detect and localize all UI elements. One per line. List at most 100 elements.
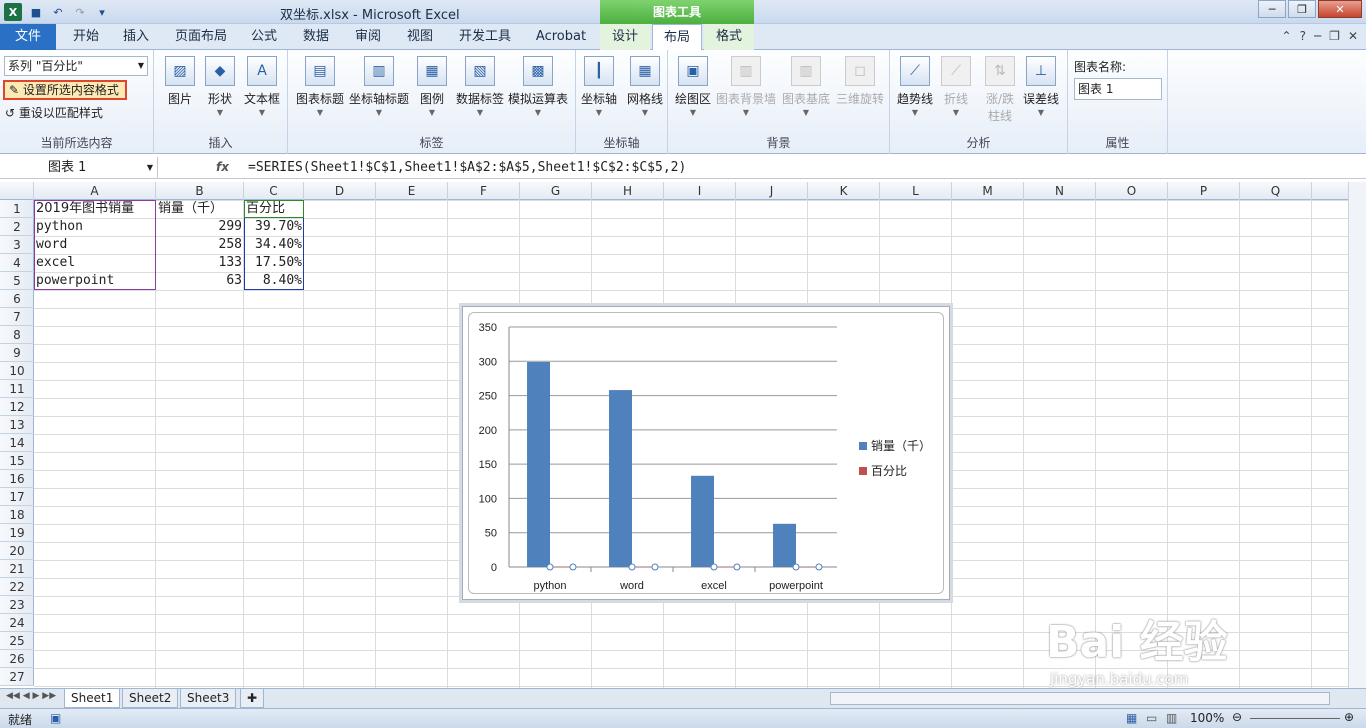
sheet-tab-sheet1[interactable]: Sheet1 — [64, 689, 121, 708]
plot-area-button[interactable]: ▣ 绘图区 ▼ — [670, 56, 716, 117]
bar-sales[interactable] — [527, 361, 550, 567]
doc-close-icon[interactable]: ✕ — [1348, 29, 1358, 43]
row-header[interactable]: 27 — [0, 668, 34, 686]
tab-view[interactable]: 视图 — [398, 24, 442, 50]
legend[interactable]: 销量（千） 百分比 — [859, 437, 931, 487]
doc-minimize-icon[interactable]: ─ — [1314, 29, 1321, 43]
row-header[interactable]: 13 — [0, 416, 34, 434]
chart-floor-button[interactable]: ▥ 图表基底 ▼ — [778, 56, 834, 117]
trendline-button[interactable]: ⟋ 趋势线 ▼ — [892, 56, 938, 117]
tab-developer[interactable]: 开发工具 — [452, 24, 518, 50]
row-header[interactable]: 7 — [0, 308, 34, 326]
name-box[interactable]: 图表 1 ▼ — [0, 157, 158, 178]
row-header[interactable]: 11 — [0, 380, 34, 398]
row-header[interactable]: 12 — [0, 398, 34, 416]
column-header[interactable]: H — [592, 182, 664, 200]
tab-format[interactable]: 格式 — [704, 24, 754, 50]
column-header[interactable]: P — [1168, 182, 1240, 200]
row-header[interactable]: 18 — [0, 506, 34, 524]
undo-icon[interactable]: ↶ — [50, 4, 66, 20]
tab-data[interactable]: 数据 — [294, 24, 338, 50]
legend-button[interactable]: ▦ 图例 ▼ — [410, 56, 454, 117]
insert-sheet-icon[interactable]: ✚ — [240, 689, 264, 708]
help-icon[interactable]: ? — [1300, 29, 1306, 43]
cell[interactable]: 133 — [156, 254, 244, 272]
insert-textbox-button[interactable]: A 文本框 ▼ — [236, 56, 288, 117]
tab-acrobat[interactable]: Acrobat — [528, 24, 594, 50]
up-down-bars-button[interactable]: ⇅ 涨/跌 柱线 — [978, 56, 1022, 124]
bar-sales[interactable] — [609, 390, 632, 567]
zoom-slider[interactable] — [1250, 718, 1340, 719]
row-header[interactable]: 24 — [0, 614, 34, 632]
chart-wall-button[interactable]: ▥ 图表背景墙 ▼ — [716, 56, 776, 117]
page-layout-view-icon[interactable]: ▭ — [1146, 711, 1157, 725]
row-header[interactable]: 22 — [0, 578, 34, 596]
doc-restore-icon[interactable]: ❐ — [1329, 29, 1340, 43]
axis-title-button[interactable]: ▥ 坐标轴标题 ▼ — [348, 56, 410, 117]
cell[interactable]: 258 — [156, 236, 244, 254]
column-header[interactable]: K — [808, 182, 880, 200]
zoom-level[interactable]: 100% — [1190, 711, 1224, 725]
row-header[interactable]: 9 — [0, 344, 34, 362]
format-selection-button[interactable]: ✎ 设置所选内容格式 — [3, 80, 127, 100]
horizontal-scrollbar[interactable] — [830, 692, 1330, 705]
formula-input[interactable]: =SERIES(Sheet1!$C$1,Sheet1!$A$2:$A$5,She… — [248, 157, 686, 178]
column-header[interactable]: M — [952, 182, 1024, 200]
column-header[interactable]: E — [376, 182, 448, 200]
row-header[interactable]: 5 — [0, 272, 34, 290]
lines-button[interactable]: ⟋ 折线 ▼ — [934, 56, 978, 117]
tab-home[interactable]: 开始 — [60, 24, 112, 50]
column-header[interactable]: O — [1096, 182, 1168, 200]
column-header[interactable]: Q — [1240, 182, 1312, 200]
legend-entry[interactable]: 销量（千） — [859, 437, 931, 454]
row-header[interactable]: 19 — [0, 524, 34, 542]
bar-sales[interactable] — [773, 523, 796, 567]
row-header[interactable]: 23 — [0, 596, 34, 614]
normal-view-icon[interactable]: ▦ — [1126, 711, 1137, 725]
zoom-in-icon[interactable]: ⊕ — [1344, 710, 1354, 724]
reset-style-button[interactable]: ↺ 重设以匹配样式 — [5, 104, 103, 121]
vertical-scrollbar[interactable] — [1348, 182, 1366, 688]
axes-button[interactable]: ┃ 坐标轴 ▼ — [576, 56, 622, 117]
cell[interactable]: 63 — [156, 272, 244, 290]
row-header[interactable]: 1 — [0, 200, 34, 218]
tab-layout[interactable]: 布局 — [652, 24, 702, 51]
error-bars-button[interactable]: ⊥ 误差线 ▼ — [1018, 56, 1064, 117]
save-icon[interactable]: ■ — [28, 4, 44, 20]
redo-icon[interactable]: ↷ — [72, 4, 88, 20]
column-header[interactable]: F — [448, 182, 520, 200]
row-header[interactable]: 21 — [0, 560, 34, 578]
select-all-corner[interactable] — [0, 182, 34, 200]
customize-qat-icon[interactable]: ▾ — [94, 4, 110, 20]
column-header[interactable]: C — [244, 182, 304, 200]
column-header[interactable]: B — [156, 182, 244, 200]
cell[interactable]: 销量（千） — [156, 200, 244, 218]
chart-name-input[interactable]: 图表 1 — [1074, 78, 1162, 100]
bar-sales[interactable] — [691, 475, 714, 567]
chart-area[interactable]: 0 50 100 150 200 250 300 350 python word excel powe… — [468, 312, 944, 594]
column-header[interactable]: G — [520, 182, 592, 200]
cell[interactable]: 299 — [156, 218, 244, 236]
row-header[interactable]: 26 — [0, 650, 34, 668]
row-header[interactable]: 15 — [0, 452, 34, 470]
restore-button[interactable]: ❐ — [1288, 0, 1316, 18]
ribbon-collapse-icon[interactable]: ⌃ — [1282, 29, 1292, 43]
row-header[interactable]: 20 — [0, 542, 34, 560]
row-header[interactable]: 10 — [0, 362, 34, 380]
row-header[interactable]: 14 — [0, 434, 34, 452]
chart-element-combo[interactable]: 系列 "百分比" ▼ — [4, 56, 148, 76]
tab-insert[interactable]: 插入 — [112, 24, 160, 50]
sheet-tab-sheet3[interactable]: Sheet3 — [180, 689, 237, 708]
zoom-out-icon[interactable]: ⊖ — [1232, 710, 1242, 724]
row-header[interactable]: 3 — [0, 236, 34, 254]
close-button[interactable]: ✕ — [1318, 0, 1362, 18]
3d-rotation-button[interactable]: ◻ 三维旋转 — [834, 56, 886, 107]
row-header[interactable]: 16 — [0, 470, 34, 488]
column-header[interactable]: N — [1024, 182, 1096, 200]
tab-page-layout[interactable]: 页面布局 — [166, 24, 236, 50]
data-labels-button[interactable]: ▧ 数据标签 ▼ — [454, 56, 506, 117]
chart-object[interactable]: 0 50 100 150 200 250 300 350 python word excel powe… — [462, 306, 950, 600]
insert-function-icon[interactable]: fx — [216, 157, 229, 178]
column-header[interactable]: D — [304, 182, 376, 200]
row-header[interactable]: 25 — [0, 632, 34, 650]
